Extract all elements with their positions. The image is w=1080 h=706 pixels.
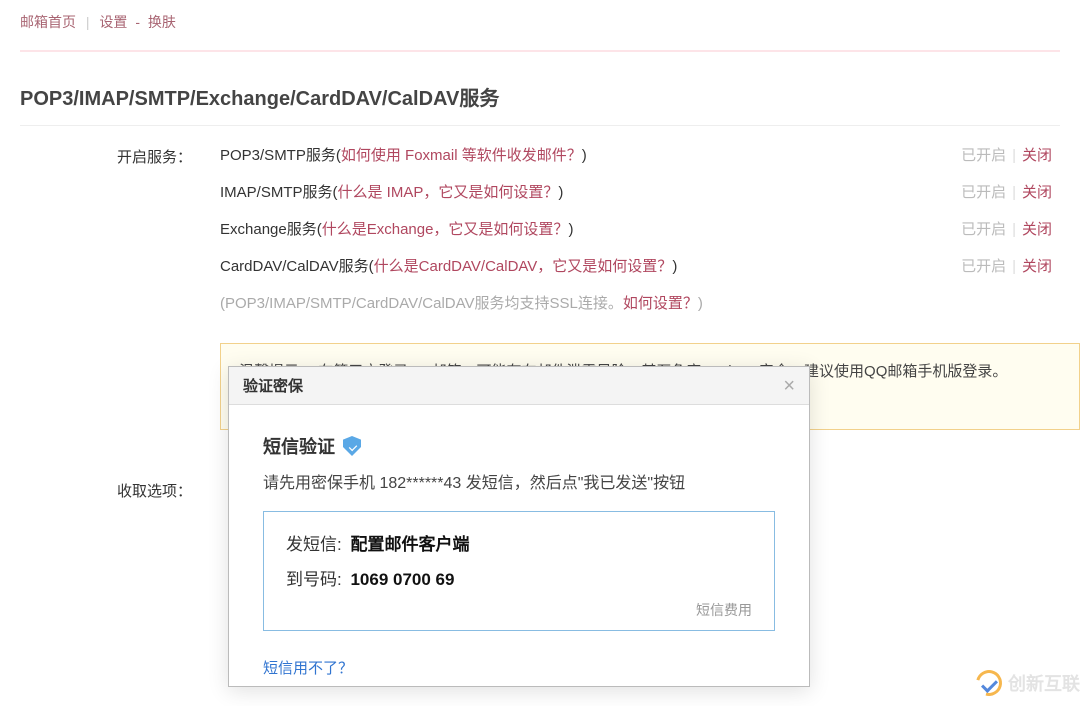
nav-home-link[interactable]: 邮箱首页 — [20, 14, 76, 30]
watermark: 创新互联 — [976, 670, 1080, 696]
dialog-header: 验证密保 × — [229, 367, 809, 405]
service-row-imap: IMAP/SMTP服务 ( 什么是 IMAP，它又是如何设置？ ) 已开启 | … — [220, 181, 1080, 202]
sms-instruction: 请先用密保手机 182******43 发短信，然后点"我已发送"按钮 — [263, 469, 775, 493]
service-actions: 已开启 | 关闭 — [961, 218, 1052, 239]
dialog-title: 验证密保 — [243, 375, 303, 396]
ssl-help-link[interactable]: 如何设置？ — [623, 292, 698, 313]
service-close-link[interactable]: 关闭 — [1022, 255, 1052, 276]
action-separator: | — [1012, 221, 1016, 238]
sms-title-text: 短信验证 — [263, 433, 335, 459]
sms-to-value: 1069 0700 69 — [350, 570, 454, 589]
sms-send-row: 发短信: 配置邮件客户端 — [286, 530, 752, 555]
paren: ) — [568, 221, 573, 238]
close-icon[interactable]: × — [783, 376, 795, 396]
ssl-note: (POP3/IMAP/SMTP/CardDAV/CalDAV服务均支持SSL连接… — [220, 292, 1080, 313]
service-name: CardDAV/CalDAV服务 — [220, 255, 369, 276]
service-status: 已开启 — [961, 255, 1006, 276]
ssl-note-end: ) — [698, 295, 703, 312]
service-status: 已开启 — [961, 218, 1006, 239]
sms-box: 发短信: 配置邮件客户端 到号码: 1069 0700 69 短信费用 — [263, 511, 775, 631]
nav-separator: | — [86, 14, 90, 30]
top-nav: 邮箱首页 | 设置 - 换肤 — [0, 0, 1080, 44]
nav-settings-link[interactable]: 设置 — [99, 14, 127, 30]
service-close-link[interactable]: 关闭 — [1022, 218, 1052, 239]
paren: ) — [672, 258, 677, 275]
service-status: 已开启 — [961, 181, 1006, 202]
sms-fee-link[interactable]: 短信费用 — [286, 600, 752, 620]
verify-dialog: 验证密保 × 短信验证 请先用密保手机 182******43 发短信，然后点"… — [228, 366, 810, 687]
sms-help-link[interactable]: 短信用不了？ — [263, 660, 353, 677]
service-help-link[interactable]: 什么是CardDAV/CalDAV，它又是如何设置？ — [374, 255, 673, 276]
service-help-link[interactable]: 如何使用 Foxmail 等软件收发邮件？ — [341, 144, 582, 165]
service-name: POP3/SMTP服务 — [220, 144, 336, 165]
service-name: IMAP/SMTP服务 — [220, 181, 333, 202]
nav-dash: - — [135, 14, 140, 30]
sms-send-label: 发短信: — [286, 535, 342, 554]
service-help-link[interactable]: 什么是Exchange，它又是如何设置？ — [322, 218, 569, 239]
service-close-link[interactable]: 关闭 — [1022, 144, 1052, 165]
service-row-exchange: Exchange服务 ( 什么是Exchange，它又是如何设置？ ) 已开启 … — [220, 218, 1080, 239]
service-actions: 已开启 | 关闭 — [961, 144, 1052, 165]
service-status: 已开启 — [961, 144, 1006, 165]
divider — [20, 50, 1060, 52]
dialog-body: 短信验证 请先用密保手机 182******43 发短信，然后点"我已发送"按钮… — [229, 405, 809, 686]
label-open-services: 开启服务： — [20, 144, 220, 167]
paren: ) — [558, 184, 563, 201]
sms-verify-title: 短信验证 — [263, 433, 775, 459]
service-actions: 已开启 | 关闭 — [961, 255, 1052, 276]
service-row-carddav: CardDAV/CalDAV服务 ( 什么是CardDAV/CalDAV，它又是… — [220, 255, 1080, 276]
service-row-pop3: POP3/SMTP服务 ( 如何使用 Foxmail 等软件收发邮件？ ) 已开… — [220, 144, 1080, 165]
watermark-icon — [976, 670, 1002, 696]
services-block: 开启服务： POP3/SMTP服务 ( 如何使用 Foxmail 等软件收发邮件… — [20, 144, 1080, 329]
ssl-note-text: (POP3/IMAP/SMTP/CardDAV/CalDAV服务均支持SSL连接… — [220, 292, 623, 313]
sms-to-row: 到号码: 1069 0700 69 — [286, 565, 752, 590]
shield-icon — [343, 436, 361, 456]
label-receive-options: 收取选项： — [20, 478, 220, 501]
action-separator: | — [1012, 184, 1016, 201]
services-content: POP3/SMTP服务 ( 如何使用 Foxmail 等软件收发邮件？ ) 已开… — [220, 144, 1080, 329]
action-separator: | — [1012, 147, 1016, 164]
action-separator: | — [1012, 258, 1016, 275]
sms-send-value: 配置邮件客户端 — [350, 535, 469, 554]
service-help-link[interactable]: 什么是 IMAP，它又是如何设置？ — [338, 181, 559, 202]
watermark-text: 创新互联 — [1008, 670, 1080, 696]
service-actions: 已开启 | 关闭 — [961, 181, 1052, 202]
sms-help: 短信用不了？ — [263, 657, 775, 686]
nav-skin-link[interactable]: 换肤 — [148, 14, 176, 30]
service-close-link[interactable]: 关闭 — [1022, 181, 1052, 202]
sms-to-label: 到号码: — [286, 570, 342, 589]
paren: ) — [582, 147, 587, 164]
section-title: POP3/IMAP/SMTP/Exchange/CardDAV/CalDAV服务 — [20, 82, 1060, 126]
service-name: Exchange服务 — [220, 218, 317, 239]
